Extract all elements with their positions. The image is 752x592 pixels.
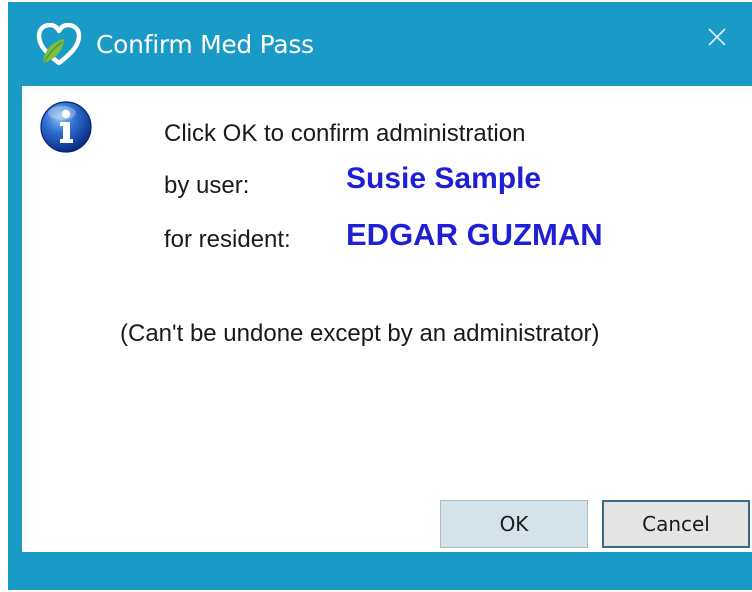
close-icon[interactable] <box>700 20 734 54</box>
dialog-content: Click OK to confirm administration by us… <box>22 86 752 552</box>
window-title: Confirm Med Pass <box>96 30 314 59</box>
user-value: Susie Sample <box>346 162 542 195</box>
user-label: by user: <box>164 172 250 199</box>
confirm-message: Click OK to confirm administration <box>164 120 526 147</box>
info-icon <box>40 101 92 153</box>
resident-value: EDGAR GUZMAN <box>346 217 603 252</box>
confirm-med-pass-dialog: Confirm Med Pass Click OK to confirm adm… <box>0 0 752 592</box>
resident-label: for resident: <box>164 226 291 253</box>
ok-button[interactable]: OK <box>440 500 588 548</box>
cancel-button[interactable]: Cancel <box>602 500 750 548</box>
heart-leaf-icon <box>36 23 82 66</box>
title-bar[interactable]: Confirm Med Pass <box>8 2 752 86</box>
window-left-edge <box>0 0 8 592</box>
dialog-frame: Confirm Med Pass Click OK to confirm adm… <box>8 2 752 590</box>
undo-note: (Can't be undone except by an administra… <box>120 320 600 347</box>
